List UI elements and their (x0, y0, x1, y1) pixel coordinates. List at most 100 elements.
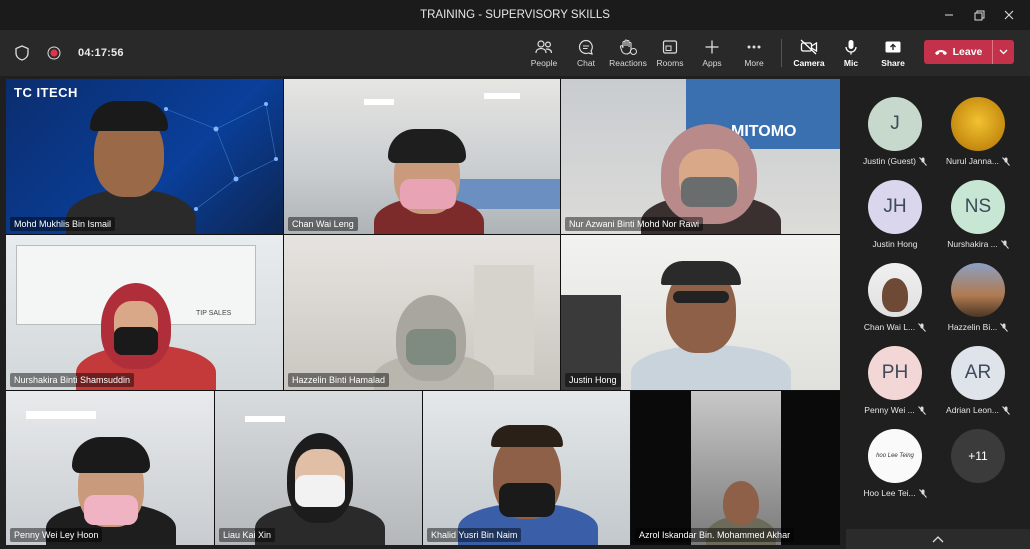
video-tile[interactable]: TC ITECH Mohd Mukhlis Bin Ismail (6, 79, 283, 234)
participant-item[interactable]: J Justin (Guest) (855, 97, 935, 177)
avatar: JH (868, 180, 922, 234)
window-controls (934, 0, 1024, 30)
participant-name: Justin Hong (565, 373, 621, 387)
more-button[interactable]: More (733, 30, 775, 76)
video-tile[interactable]: MITOMO Nur Azwani Binti Mohd Nor Rawi (561, 79, 840, 234)
more-participants-button[interactable]: +11 (938, 429, 1018, 509)
recording-icon (46, 45, 62, 61)
participant-name: Penny Wei Ley Hoon (10, 528, 103, 542)
toolbar-divider (781, 39, 782, 67)
participant-item[interactable]: Hazzelin Bi... (938, 263, 1018, 343)
leave-options-chevron-icon[interactable] (992, 40, 1014, 64)
video-tile[interactable]: Liau Kai Xin (215, 391, 422, 545)
overflow-count-label: +11 (968, 449, 988, 463)
people-button[interactable]: People (523, 30, 565, 76)
chat-icon (578, 39, 593, 55)
mic-off-icon (1002, 156, 1010, 166)
reactions-icon (619, 38, 637, 55)
avatar (868, 263, 922, 317)
participant-item[interactable]: JH Justin Hong (855, 180, 935, 260)
avatar-initials: AR (964, 362, 992, 383)
video-stage: TC ITECH Mohd Mukhlis Bin Ismail Chan Wa… (6, 79, 840, 545)
reactions-button[interactable]: Reactions (607, 30, 649, 76)
camera-button[interactable]: Camera (788, 30, 830, 76)
video-tile[interactable]: Justin Hong (561, 235, 840, 390)
participant-item[interactable]: Nurul Janna... (938, 97, 1018, 177)
participant-name: Nurshakira ... (947, 239, 998, 249)
participant-name: Hazzelin Binti Hamalad (288, 373, 390, 387)
chat-button[interactable]: Chat (565, 30, 607, 76)
participant-name: Chan Wai L... (863, 322, 916, 332)
company-logo: TC ITECH (14, 85, 78, 100)
participant-name: Hazzelin Bi... (947, 322, 998, 332)
title-bar: TRAINING - SUPERVISORY SKILLS (0, 0, 1030, 30)
participant-item[interactable]: AR Adrian Leon... (938, 346, 1018, 426)
restore-icon[interactable] (964, 0, 994, 30)
leave-button[interactable]: Leave (924, 40, 1014, 64)
avatar-initials: PH (881, 362, 909, 383)
avatar (951, 263, 1005, 317)
rooms-button[interactable]: Rooms (649, 30, 691, 76)
avatar: PH (868, 346, 922, 400)
participant-name: Penny Wei ... (864, 405, 915, 415)
minimize-icon[interactable] (934, 0, 964, 30)
avatar: J (868, 97, 922, 151)
avatar: AR (951, 346, 1005, 400)
mic-off-icon (918, 488, 927, 498)
participant-item[interactable]: NS Nurshakira ... (938, 180, 1018, 260)
participant-name: Justin Hong (872, 239, 918, 249)
share-button[interactable]: Share (872, 30, 914, 76)
mic-button[interactable]: Mic (830, 30, 872, 76)
avatar: NS (951, 180, 1005, 234)
chat-label: Chat (577, 57, 595, 68)
window-title: TRAINING - SUPERVISORY SKILLS (420, 9, 610, 21)
close-icon[interactable] (994, 0, 1024, 30)
mic-off-icon (917, 405, 926, 415)
mic-off-icon (919, 156, 927, 166)
collapse-panel-button[interactable] (846, 529, 1030, 549)
participant-item[interactable]: Chan Wai L... (855, 263, 935, 343)
video-tile[interactable]: Khalid Yusri Bin Naim (423, 391, 630, 545)
mic-off-icon (918, 322, 926, 332)
whiteboard-text: TIP SALES (196, 310, 232, 317)
participant-name: Nurshakira Binti Shamsuddin (10, 373, 135, 387)
meeting-toolbar: 04:17:56 People Chat Reactions Rooms App… (0, 30, 1030, 76)
rooms-label: Rooms (656, 57, 684, 68)
apps-button[interactable]: Apps (691, 30, 733, 76)
participant-name: Hoo Lee Tei... (863, 488, 916, 498)
participant-item[interactable]: hoo Lee Teing Hoo Lee Tei... (855, 429, 935, 509)
microphone-icon (845, 39, 857, 54)
participant-name: Khalid Yusri Bin Naim (427, 528, 522, 542)
mic-off-icon (1000, 239, 1009, 249)
mic-label: Mic (843, 57, 859, 68)
share-icon (885, 41, 901, 52)
video-tile[interactable]: Penny Wei Ley Hoon (6, 391, 214, 545)
participant-name: Justin (Guest) (863, 156, 916, 166)
participant-item[interactable]: PH Penny Wei ... (855, 346, 935, 426)
more-icon (747, 45, 761, 48)
avatar-initials: NS (964, 196, 992, 217)
video-tile[interactable]: Hazzelin Binti Hamalad (284, 235, 560, 390)
video-tile[interactable]: Chan Wai Leng (284, 79, 560, 234)
participant-name: Chan Wai Leng (288, 217, 358, 231)
avatar: hoo Lee Teing (868, 429, 922, 483)
avatar-initials: J (890, 113, 900, 134)
leave-label: Leave (952, 46, 983, 58)
participants-panel: J Justin (Guest) Nurul Janna... JH Justi… (846, 79, 1030, 549)
shield-icon[interactable] (14, 45, 30, 61)
avatar-initials: JH (883, 196, 907, 217)
participant-name: Nurul Janna... (946, 156, 999, 166)
video-tile[interactable]: Azrol Iskandar Bin. Mohammed Akhar (631, 391, 840, 545)
leave-main[interactable]: Leave (924, 46, 992, 58)
camera-off-icon (800, 39, 818, 54)
hang-up-icon (934, 50, 947, 55)
chevron-up-icon (932, 535, 944, 542)
participant-name: Nur Azwani Binti Mohd Nor Rawi (565, 217, 704, 231)
apps-label: Apps (702, 57, 722, 68)
meeting-timer: 04:17:56 (78, 47, 124, 59)
participant-name: Adrian Leon... (946, 405, 999, 415)
reactions-label: Reactions (609, 57, 647, 68)
overflow-count[interactable]: +11 (951, 429, 1005, 483)
people-icon (535, 39, 553, 53)
video-tile[interactable]: TIP SALES Nurshakira Binti Shamsuddin (6, 235, 283, 390)
